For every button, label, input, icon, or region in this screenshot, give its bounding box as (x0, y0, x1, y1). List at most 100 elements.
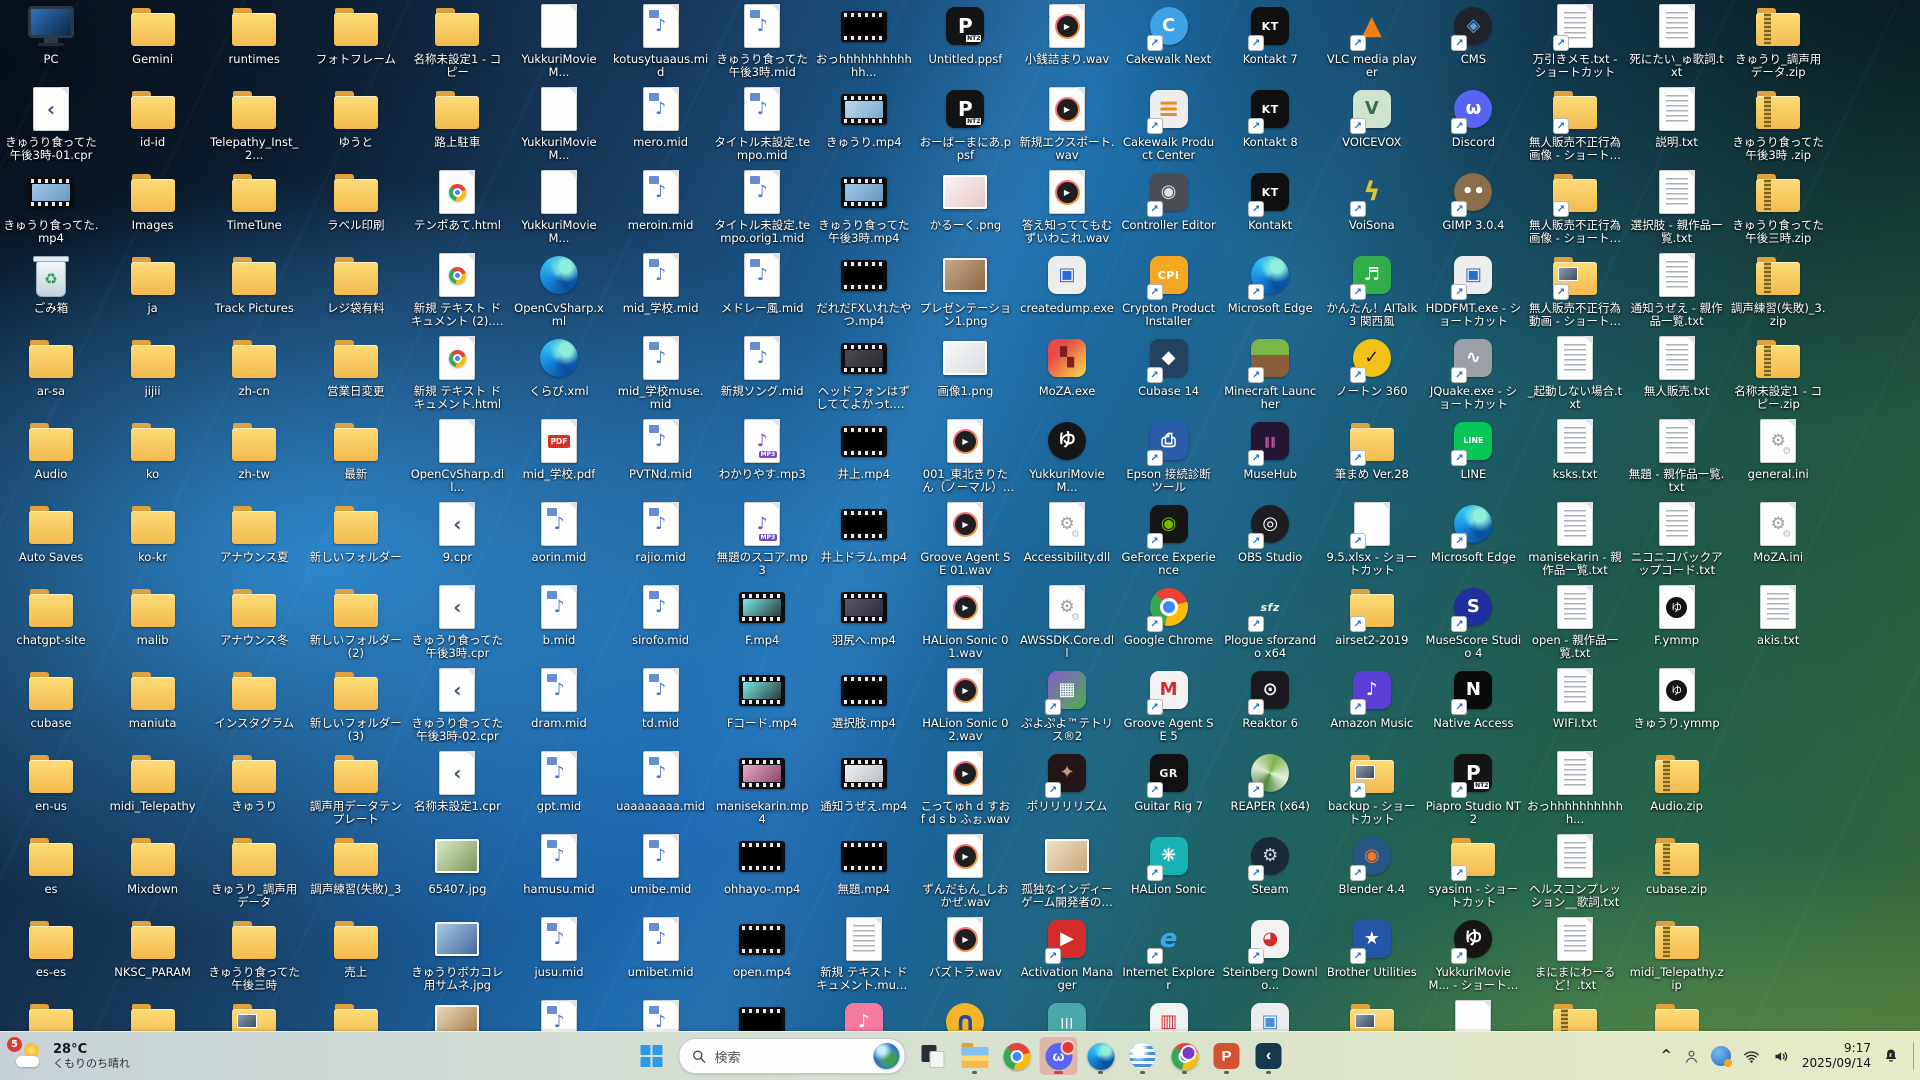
desktop-icon[interactable]: 選択肢.mp4 (815, 666, 913, 730)
desktop-icon[interactable]: ♪MP3無題のスコア.mp3 (713, 500, 811, 577)
desktop-icon[interactable]: ≡↗Cakewalk Product Center (1120, 85, 1218, 162)
desktop-icon[interactable]: ‹きゅうり食ってた午後3時-01.cpr (2, 85, 100, 162)
desktop-icon[interactable]: ♻ごみ箱 (2, 251, 100, 315)
desktop-icon[interactable]: ♪MP3わかりやす.mp3 (713, 417, 811, 481)
desktop-icon[interactable]: 調声練習(失敗)_3.zip (1729, 251, 1827, 328)
desktop-icon[interactable]: ▦↗ぷよぷよ™テトリス®2 (1018, 666, 1116, 743)
taskbar-app-chrome-profile[interactable] (1165, 1036, 1205, 1076)
desktop-icon[interactable]: ♪rajio.mid (612, 500, 710, 564)
desktop-icon[interactable]: en-us (2, 749, 100, 813)
desktop-icon[interactable]: 調声練習(失敗)_3 (307, 832, 405, 896)
desktop-icon[interactable]: 65407.jpg (408, 832, 506, 896)
desktop-icon[interactable]: 名称未設定1 - コピー.zip (1729, 334, 1827, 411)
desktop-icon[interactable]: フォトフレーム (307, 2, 405, 66)
desktop-icon[interactable]: C↗Cakewalk Next (1120, 2, 1218, 66)
desktop-icon[interactable]: Gemini (104, 2, 202, 66)
desktop-icon[interactable]: だれだFXいれたやつ.mp4 (815, 251, 913, 328)
desktop-icon[interactable]: ヘルスコンプレッション__歌詞.txt (1526, 832, 1624, 909)
desktop-icon[interactable]: 羽尻へ.mp4 (815, 583, 913, 647)
desktop-icon[interactable]: ⎙↗Epson 接続診断ツール (1120, 417, 1218, 494)
desktop-icon[interactable]: KT↗Kontakt 8 (1221, 85, 1319, 149)
desktop-icon[interactable]: ∿↗JQuake.exe - ショートカット (1424, 334, 1522, 411)
desktop-icon[interactable]: YukkuriMovieM... (510, 2, 608, 79)
desktop-icon[interactable]: PNT2↗Piapro Studio NT2 (1424, 749, 1522, 826)
desktop-icon[interactable]: ◉↗GeForce Experience (1120, 500, 1218, 577)
desktop-icon[interactable]: cubase.zip (1628, 832, 1726, 896)
desktop-icon[interactable]: WIFI.txt (1526, 666, 1624, 730)
desktop-icon[interactable]: ゆYukkuriMovieM... (1018, 417, 1116, 494)
desktop-icon[interactable]: ↗backup - ショートカット (1323, 749, 1421, 826)
desktop-icon[interactable]: きゅうり食ってた午後三時.zip (1729, 168, 1827, 245)
desktop-icon[interactable]: ⚙⚙MoZA.ini (1729, 500, 1827, 564)
desktop-icon[interactable]: ohhayo-.mp4 (713, 832, 811, 896)
desktop-icon[interactable]: 通知うぜえ - 親作品一覧.txt (1628, 251, 1726, 328)
desktop-icon[interactable]: レジ袋有料 (307, 251, 405, 315)
desktop-icon[interactable]: ⚙⚙general.ini (1729, 417, 1827, 481)
desktop-icon[interactable]: ↗Microsoft Edge (1221, 251, 1319, 315)
desktop-icon[interactable]: ▚MoZA.exe (1018, 334, 1116, 398)
taskbar-app-discord[interactable]: ω (1039, 1036, 1079, 1076)
desktop-icon[interactable]: ‹きゅうり食ってた午後3時.cpr (408, 583, 506, 660)
desktop-icon[interactable]: S↗MuseScore Studio 4 (1424, 583, 1522, 660)
desktop-icon[interactable]: ||| (1018, 998, 1116, 1032)
taskbar-app-powerpoint[interactable]: P (1207, 1036, 1247, 1076)
desktop-icon[interactable]: TimeTune (205, 168, 303, 232)
desktop-icon[interactable]: ▶バズトラ.wav (916, 915, 1014, 979)
desktop-icon[interactable]: ↗airset2-2019 (1323, 583, 1421, 647)
show-desktop-button[interactable] (1913, 1042, 1914, 1070)
desktop-icon[interactable] (1424, 998, 1522, 1032)
tray-chevron-up-icon[interactable]: ^ (1661, 1048, 1672, 1063)
desktop-icon[interactable]: きゅうり (205, 749, 303, 813)
desktop-icon[interactable]: ∩ (916, 998, 1014, 1032)
desktop-icon[interactable]: ♪新規ソング.mid (713, 334, 811, 398)
desktop-icon[interactable]: ‖‖↗MuseHub (1221, 417, 1319, 481)
desktop-icon[interactable]: Mixdown (104, 832, 202, 896)
desktop-icon[interactable]: cubase (2, 666, 100, 730)
desktop-icon[interactable]: ••↗GIMP 3.0.4 (1424, 168, 1522, 232)
desktop-icon[interactable]: ♪uaaaaaaaa.mid (612, 749, 710, 813)
desktop-icon[interactable]: Audio.zip (1628, 749, 1726, 813)
desktop-icon[interactable]: CPI↗Crypton Product Installer (1120, 251, 1218, 328)
desktop-icon[interactable]: おっhhhhhhhhhhhh... (815, 2, 913, 79)
desktop-icon[interactable]: ニコニコバックアップコード.txt (1628, 500, 1726, 577)
desktop-icon[interactable]: ▣createdump.exe (1018, 251, 1116, 315)
desktop-icon[interactable]: ♪ (815, 998, 913, 1032)
desktop-icon[interactable]: 死にたい_ゅ歌詞.txt (1628, 2, 1726, 79)
desktop-icon[interactable]: manisekarin - 親作品一覧.txt (1526, 500, 1624, 577)
desktop-icon[interactable]: M↗Groove Agent SE 5 (1120, 666, 1218, 743)
desktop-icon[interactable]: ▶答え知っててもむずいわこれ.wav (1018, 168, 1116, 245)
desktop-icon[interactable]: かるーく.png (916, 168, 1014, 232)
taskbar-app-google-chrome[interactable] (997, 1036, 1037, 1076)
desktop-icon[interactable]: ▶新規エクスポート.wav (1018, 85, 1116, 162)
desktop-icon[interactable]: ▶ずんだもん_しおかぜ.wav (916, 832, 1014, 909)
desktop-icon[interactable]: 井上ドラム.mp4 (815, 500, 913, 564)
desktop-icon[interactable]: ♪aorin.mid (510, 500, 608, 564)
desktop-icon[interactable]: ◉↗Blender 4.4 (1323, 832, 1421, 896)
desktop-icon[interactable]: 営業日変更 (307, 334, 405, 398)
desktop-icon[interactable]: ▶小銭詰まり.wav (1018, 2, 1116, 66)
start-button[interactable] (632, 1036, 672, 1076)
desktop-icon[interactable]: NKSC_PARAM (104, 915, 202, 979)
desktop-icon[interactable]: manisekarin.mp4 (713, 749, 811, 826)
desktop-icon[interactable]: ♪dram.mid (510, 666, 608, 730)
desktop-icon[interactable]: ▣↗HDDFMT.exe - ショートカット (1424, 251, 1522, 328)
desktop-icon[interactable]: ▶こってゅh d すお f d s b ふぉ.wav (916, 749, 1014, 826)
desktop-icon[interactable]: Images (104, 168, 202, 232)
desktop-icon[interactable]: sfz↗Plogue sforzando x64 (1221, 583, 1319, 660)
desktop-icon[interactable]: ゆきゅうり.ymmp (1628, 666, 1726, 730)
clock[interactable]: 9:17 2025/09/14 (1802, 1041, 1871, 1071)
desktop-icon[interactable]: PNT2Untitled.ppsf (916, 2, 1014, 66)
desktop-icon[interactable] (1628, 998, 1726, 1032)
desktop-icon[interactable]: 井上.mp4 (815, 417, 913, 481)
desktop-icon[interactable]: 新規 テキスト ドキュメント (2).html (408, 251, 506, 328)
desktop-icon[interactable]: きゅうり食ってた.mp4 (2, 168, 100, 245)
desktop-icon[interactable]: Audio (2, 417, 100, 481)
desktop-icon[interactable]: ♪mero.mid (612, 85, 710, 149)
desktop-icon[interactable]: zh-tw (205, 417, 303, 481)
desktop-icon[interactable]: きゅうり_調声用データ (205, 832, 303, 909)
desktop-icon[interactable] (104, 998, 202, 1032)
desktop-icon[interactable]: ⚙↗Steam (1221, 832, 1319, 896)
desktop-icon[interactable] (1323, 998, 1421, 1032)
desktop-icon[interactable]: Track Pictures (205, 251, 303, 315)
desktop-icon[interactable]: ↗万引きメモ.txt - ショートカット (1526, 2, 1624, 79)
